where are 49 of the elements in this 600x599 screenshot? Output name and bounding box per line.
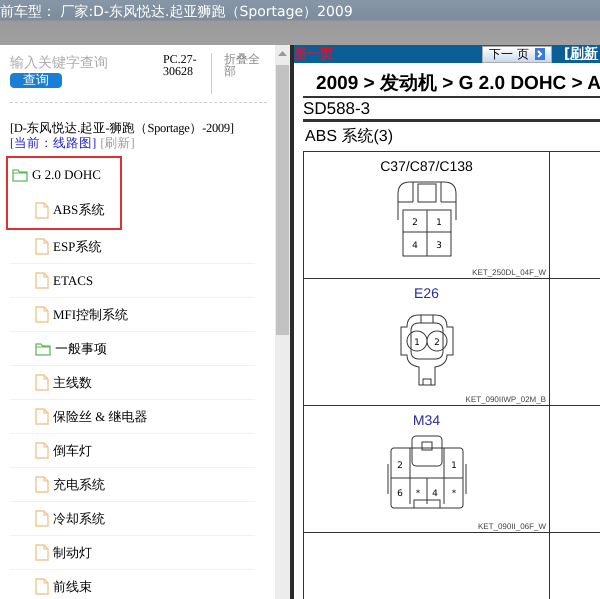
current-view-link[interactable]: [当前：线路图] — [10, 137, 96, 150]
tree-item[interactable]: 充电系统 — [53, 476, 105, 494]
part-number: KET_250DL_04F_W — [472, 268, 546, 277]
section-title: ABS 系统(3) — [304, 126, 394, 147]
part-code: PC.27-30628 — [160, 53, 212, 94]
part-number: KET_090IIWP_02M_B — [466, 395, 546, 404]
tree-item[interactable]: G 2.0 DOHC — [32, 167, 101, 183]
next-page-button[interactable]: 下一 页 — [482, 46, 552, 62]
scroll-up-icon[interactable] — [278, 50, 287, 56]
tree-item[interactable]: 前线束 — [53, 578, 92, 596]
tree-item[interactable]: 一般事项 — [55, 340, 107, 358]
document-icon — [35, 408, 49, 425]
connector-drawing: 2 1 4 3 — [392, 180, 460, 258]
document-icon — [35, 374, 49, 391]
document-icon — [35, 510, 49, 527]
tree-item[interactable]: 保险丝 & 继电器 — [53, 408, 148, 426]
document-icon — [35, 476, 49, 493]
document-icon — [35, 306, 49, 323]
tree-item[interactable]: MFI控制系统 — [53, 306, 128, 324]
connector-name: M34 — [412, 412, 440, 428]
part-number: KET_090II_06F_W — [478, 522, 546, 531]
tree-item[interactable]: 冷却系统 — [53, 510, 105, 528]
arrow-right-icon — [534, 48, 545, 60]
connector-name: E26 — [414, 285, 439, 301]
page-status: 第一页 — [294, 46, 334, 63]
tree-item[interactable]: ESP系统 — [53, 238, 102, 256]
folder-icon — [35, 342, 51, 356]
scrollbar[interactable] — [275, 45, 290, 599]
document-icon — [35, 238, 49, 255]
search-button[interactable]: 查询 — [10, 73, 62, 88]
vehicle-model: [D-东风悦达.起亚-狮跑（Sportage）-2009] — [10, 120, 235, 136]
tree-item[interactable]: 主线数 — [53, 374, 92, 392]
folder-icon — [12, 168, 28, 182]
scroll-thumb[interactable] — [276, 65, 289, 335]
collapse-all-link[interactable]: 折叠全部 — [212, 53, 264, 94]
document-icon — [35, 202, 49, 218]
diagram-code: SD588-3 — [303, 96, 600, 122]
document-icon — [35, 272, 49, 289]
window-title: 前车型： 厂家:D-东风悦达.起亚狮跑（Sportage）2009 — [0, 3, 353, 21]
refresh-link[interactable]: [刷新 — [564, 45, 598, 63]
document-icon — [35, 544, 49, 561]
tree-item[interactable]: 制动灯 — [53, 544, 92, 562]
breadcrumb: 2009 > 发动机 > G 2.0 DOHC > A — [315, 72, 600, 96]
tree-item[interactable]: 倒车灯 — [53, 442, 92, 460]
document-icon — [35, 442, 49, 459]
document-icon — [35, 578, 49, 595]
tree-item[interactable]: ABS系统 — [53, 201, 104, 219]
connector-name: C37/C87/C138 — [380, 158, 473, 174]
tree-item[interactable]: ETACS — [53, 272, 94, 288]
